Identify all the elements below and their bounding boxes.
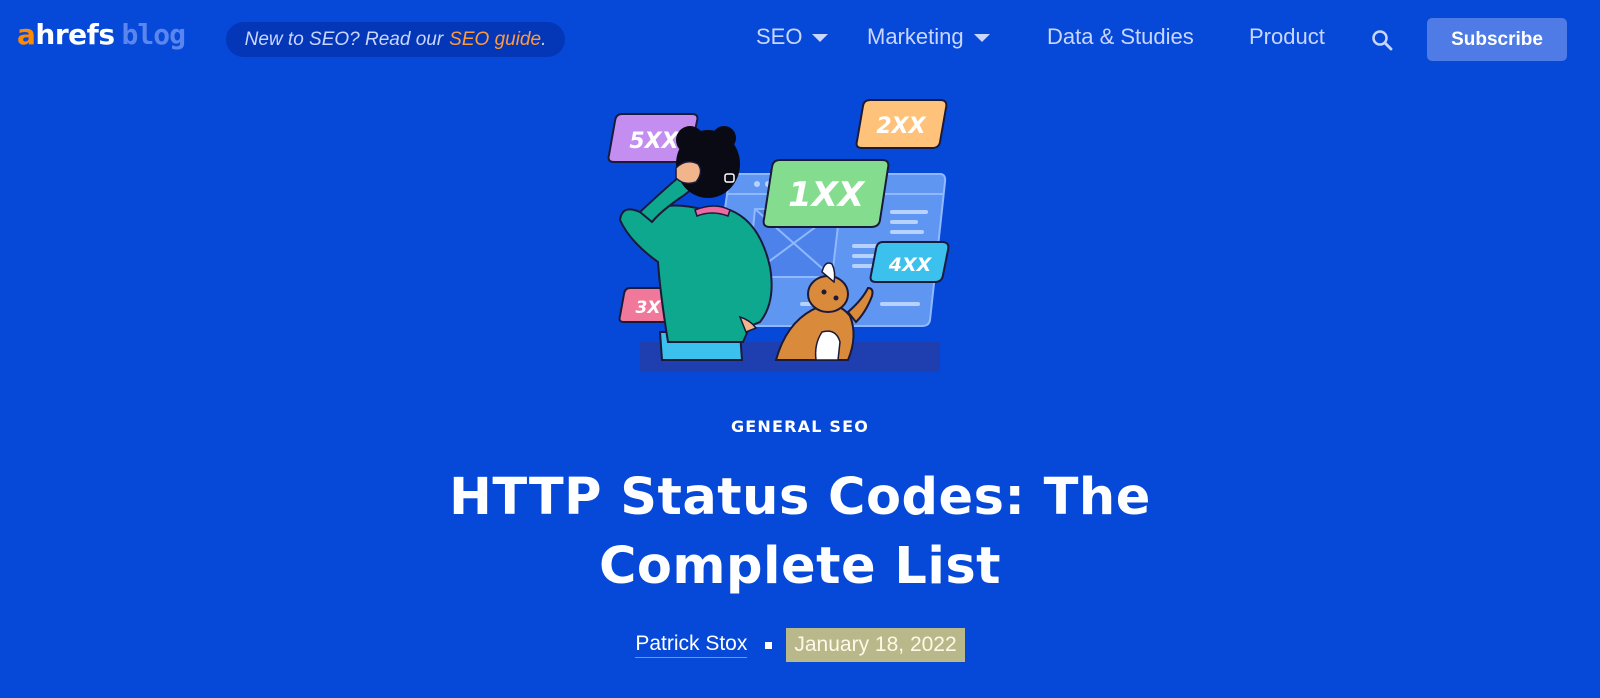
chevron-down-icon [973,34,990,42]
publish-date: January 18, 2022 [786,628,965,662]
chevron-down-icon [812,34,829,42]
logo-a: a [17,18,36,51]
badge-3xx-label: 3X [636,298,662,318]
nav-label-seo: SEO [756,24,803,49]
nav-item-seo[interactable]: SEO [756,24,829,50]
article-meta: Patrick Stox January 18, 2022 [0,628,1600,662]
badge-2xx-label: 2XX [876,114,926,139]
nav-label-data-studies: Data & Studies [1047,24,1194,49]
promo-text: New to SEO? Read our [244,28,444,50]
logo-hrefs: hrefs [35,18,115,51]
badge-4xx-label: 4XX [888,254,933,276]
badge-5xx-label: 5XX [629,129,679,154]
hero-illustration: 5XX 2XX 1XX 4XX 3X [600,92,980,372]
badge-4xx: 4XX [869,241,950,283]
search-icon[interactable] [1370,28,1394,52]
logo-blog: blog [121,18,186,51]
promo-banner: New to SEO? Read our SEO guide . [226,22,565,57]
subscribe-button[interactable]: Subscribe [1427,18,1567,61]
nav-item-product[interactable]: Product [1249,24,1325,50]
nav-item-data-studies[interactable]: Data & Studies [1047,24,1194,50]
nav-item-marketing[interactable]: Marketing [867,24,990,50]
promo-suffix: . [541,28,547,50]
badge-2xx: 2XX [855,99,948,149]
author-link[interactable]: Patrick Stox [635,632,748,658]
page: a hrefs blog New to SEO? Read our SEO gu… [0,0,1600,698]
badge-1xx: 1XX [762,159,890,228]
nav-label-product: Product [1249,24,1325,49]
badge-1xx-label: 1XX [788,175,866,215]
meta-separator [765,641,773,649]
ahrefs-blog-logo[interactable]: a hrefs blog [17,18,186,58]
site-header: a hrefs blog New to SEO? Read our SEO gu… [0,0,1600,80]
seo-guide-link[interactable]: SEO guide [449,29,541,51]
article-title: HTTP Status Codes: The Complete List [449,468,1151,596]
nav-label-marketing: Marketing [867,24,964,49]
category-link[interactable]: GENERAL SEO [0,417,1600,436]
